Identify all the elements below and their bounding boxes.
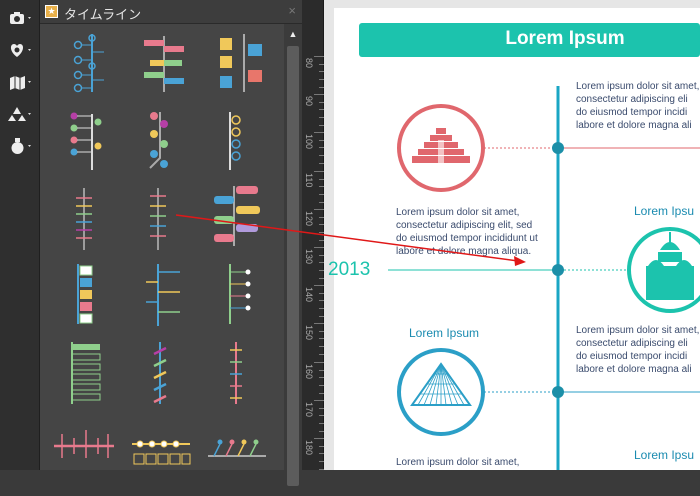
- timeline-graphic: [388, 86, 700, 470]
- text-line: Lorem ipsum dolor sit amet,: [396, 207, 520, 218]
- text-line: labore et dolore magna ali: [576, 120, 692, 131]
- cathedral-icon: [627, 227, 700, 313]
- glass-pyramid-icon: [397, 348, 485, 436]
- text-line: consectetur adipiscing eli: [576, 338, 688, 349]
- text-block-right-2[interactable]: Lorem ipsum dolor sit amet, consectetur …: [576, 324, 699, 376]
- text-line: do eiusmod tempor incidi: [576, 107, 688, 118]
- timeline-node: [552, 386, 564, 398]
- text-line: Lorem ipsum dolor sit amet,: [576, 325, 700, 336]
- text-line: consectetur adipiscing eli: [576, 94, 688, 105]
- pyramid-icon: [397, 104, 485, 192]
- timeline-node: [552, 264, 564, 276]
- text-line: consectetur adipiscing elit, sed: [396, 220, 533, 231]
- heading-right-1[interactable]: Lorem Ipsu: [634, 204, 694, 218]
- heading-left-1[interactable]: Lorem Ipsum: [409, 326, 479, 340]
- year-label[interactable]: 2013: [328, 259, 370, 281]
- text-block-left-1[interactable]: Lorem ipsum dolor sit amet, consectetur …: [396, 206, 538, 258]
- text-line: do eiusmod tempor incididunt ut: [396, 233, 538, 244]
- text-line: Lorem ipsum dolor sit amet,: [576, 81, 700, 92]
- timeline-node: [552, 142, 564, 154]
- text-line: do eiusmod tempor incidi: [576, 351, 688, 362]
- text-block-right-1[interactable]: Lorem ipsum dolor sit amet, consectetur …: [576, 80, 699, 132]
- text-line: Lorem ipsum dolor sit amet,: [396, 457, 520, 468]
- text-block-left-2[interactable]: Lorem ipsum dolor sit amet,: [396, 456, 519, 469]
- heading-right-2[interactable]: Lorem Ipsu: [634, 448, 694, 462]
- text-line: labore et dolore magna ali: [576, 364, 692, 375]
- text-line: labore et dolore magna aliqua.: [396, 246, 532, 257]
